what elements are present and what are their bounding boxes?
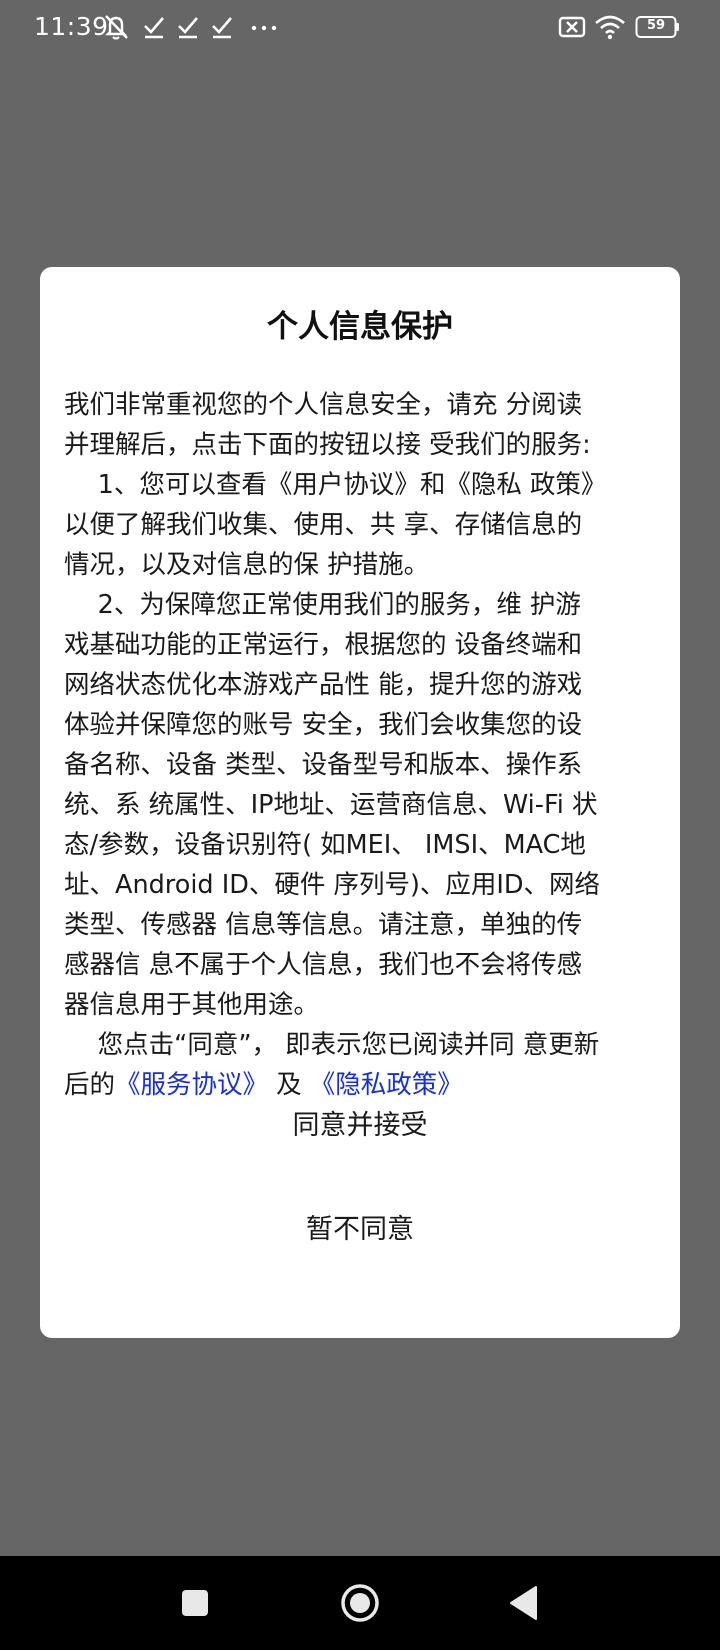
status-time: 11:39 — [34, 12, 109, 41]
body-line: 1、您可以查看《用户协议》和《隐私 政策》 — [64, 470, 607, 500]
body-line: 我们非常重视您的个人信息安全，请充 分阅读 — [64, 390, 583, 420]
battery-icon: 59 — [635, 12, 681, 42]
body-line: 址、Android ID、硬件 序列号)、应用ID、网络 — [64, 870, 601, 900]
check-icon — [210, 12, 234, 42]
decline-button[interactable]: 暂不同意 — [40, 1190, 680, 1270]
body-line: 统、系 统属性、IP地址、运营商信息、Wi-Fi 状 — [64, 790, 598, 820]
body-line: 以便了解我们收集、使用、共 享、存储信息的 — [64, 510, 583, 540]
body-line: 情况，以及对信息的保 护措施。 — [64, 550, 430, 580]
check-icon — [176, 12, 200, 42]
body-line: 态/参数，设备识别符( 如MEI、 IMSI、MAC地 — [64, 830, 586, 860]
battery-level: 59 — [646, 18, 666, 33]
navigation-bar — [0, 1556, 720, 1650]
body-line: 网络状态优化本游戏产品性 能，提升您的游戏 — [64, 670, 583, 700]
status-bar: 11:39 59 — [0, 0, 720, 54]
body-line: 您点击“同意”， 即表示您已阅读并同 意更新 — [64, 1030, 600, 1060]
dialog-body: 我们非常重视您的个人信息安全，请充 分阅读 并理解后，点击下面的按钮以接 受我们… — [64, 385, 656, 1105]
dialog-title: 个人信息保护 — [267, 309, 453, 345]
body-line: 戏基础功能的正常运行，根据您的 设备终端和 — [64, 630, 583, 660]
no-sim-icon — [557, 12, 587, 42]
body-line: 体验并保障您的账号 安全，我们会收集您的设 — [64, 710, 583, 740]
privacy-dialog: 个人信息保护 我们非常重视您的个人信息安全，请充 分阅读 并理解后，点击下面的按… — [40, 267, 680, 1338]
body-line: 类型、传感器 信息等信息。请注意，单独的传 — [64, 910, 583, 940]
body-line: 并理解后，点击下面的按钮以接 受我们的服务: — [64, 430, 591, 460]
body-line: 器信息用于其他用途。 — [64, 990, 320, 1020]
recent-apps-icon[interactable] — [170, 1578, 220, 1628]
body-line: 备名称、设备 类型、设备型号和版本、操作系 — [64, 750, 583, 780]
agree-button[interactable]: 同意并接受 — [40, 1086, 680, 1166]
more-dots-icon — [250, 12, 278, 42]
wifi-icon — [594, 12, 626, 42]
back-icon[interactable] — [500, 1578, 550, 1628]
body-line: 感器信 息不属于个人信息，我们也不会将传感 — [64, 950, 583, 980]
home-icon[interactable] — [335, 1578, 385, 1628]
check-icon — [142, 12, 166, 42]
body-line: 2、为保障您正常使用我们的服务，维 护游 — [64, 590, 581, 620]
notifications-muted-icon — [102, 12, 130, 42]
